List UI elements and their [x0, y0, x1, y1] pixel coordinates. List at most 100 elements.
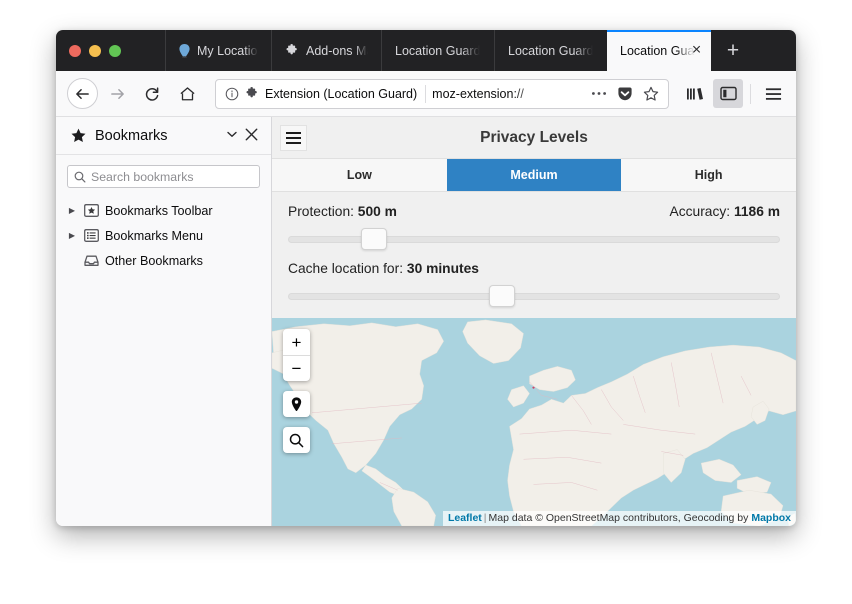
locate-control-group: [283, 391, 310, 417]
identity-label: Extension (Location Guard): [265, 87, 417, 101]
puzzle-piece-icon: [285, 44, 299, 58]
search-icon: [289, 433, 304, 448]
tab-my-location[interactable]: My Location: [165, 30, 271, 71]
mapbox-link[interactable]: Mapbox: [751, 512, 791, 524]
tab-location-guard-2[interactable]: Location Guard: [494, 30, 607, 71]
tab-strip: My Location Add-ons Manager Location Gua…: [56, 30, 796, 71]
protection-value: 500 m: [358, 204, 397, 219]
tab-location-guard-active[interactable]: Location Guard ×: [607, 30, 711, 71]
close-icon[interactable]: ×: [688, 42, 705, 59]
bookmarks-menu-row[interactable]: ▶ Bookmarks Menu: [56, 223, 271, 248]
star-icon: [70, 128, 87, 144]
bookmark-star-icon[interactable]: [641, 84, 661, 104]
level-tab-medium[interactable]: Medium: [447, 159, 622, 191]
bookmarks-toolbar-icon: [84, 204, 99, 218]
other-bookmarks-icon: [84, 254, 99, 268]
cache-label: Cache location for:: [288, 261, 403, 276]
tab-label: Location Guard: [508, 44, 593, 58]
hamburger-icon-bar: [286, 142, 301, 144]
search-bookmarks-input[interactable]: [91, 170, 253, 184]
attribution-text: Map data © OpenStreetMap contributors, G…: [489, 512, 749, 524]
protection-accuracy-row: Protection: 500 m Accuracy: 1186 m: [288, 204, 780, 228]
maximize-window-button[interactable]: [109, 45, 121, 57]
page-title: Privacy Levels: [272, 129, 796, 147]
browser-window: My Location Add-ons Manager Location Gua…: [56, 30, 796, 526]
attribution-separator: |: [484, 512, 487, 524]
panel-header: Privacy Levels: [272, 117, 796, 158]
tab-label: My Location: [197, 44, 258, 58]
library-button[interactable]: [680, 79, 710, 108]
page-actions-button[interactable]: [589, 84, 609, 104]
chevron-down-icon[interactable]: [227, 130, 237, 141]
back-button[interactable]: [67, 78, 98, 109]
search-bookmarks-wrapper: [56, 155, 271, 196]
window-controls: [56, 30, 165, 71]
cache-row: Cache location for: 30 minutes: [288, 261, 780, 285]
level-tab-low[interactable]: Low: [272, 159, 447, 191]
bookmarks-tree: ▶ Bookmarks Toolbar ▶: [56, 196, 271, 273]
search-control-group: [283, 427, 310, 453]
url-input[interactable]: moz-extension://: [432, 87, 583, 101]
close-sidebar-icon[interactable]: [245, 128, 258, 144]
location-guard-panel: Privacy Levels Low Medium High Protectio…: [272, 117, 796, 526]
bookmarks-menu-icon: [84, 229, 99, 243]
library-icon: [686, 86, 704, 102]
url-bar[interactable]: Extension (Location Guard) moz-extension…: [215, 79, 669, 109]
leaflet-link[interactable]: Leaflet: [448, 512, 482, 524]
tab-addons-manager[interactable]: Add-ons Manager: [271, 30, 381, 71]
ellipsis-icon: [591, 91, 607, 96]
world-map-graphic: [272, 318, 796, 526]
sidebar-title: Bookmarks: [95, 128, 223, 144]
tab-location-guard-1[interactable]: Location Guard: [381, 30, 494, 71]
location-map[interactable]: + −: [272, 318, 796, 526]
other-bookmarks-row[interactable]: Other Bookmarks: [56, 248, 271, 273]
new-tab-button[interactable]: +: [711, 30, 755, 71]
close-window-button[interactable]: [69, 45, 81, 57]
panel-menu-button[interactable]: [280, 125, 307, 151]
sidebar-toggle-button[interactable]: [713, 79, 743, 108]
zoom-control-group: + −: [283, 329, 310, 381]
home-button[interactable]: [171, 78, 203, 110]
search-icon: [74, 171, 86, 183]
locate-me-button[interactable]: [283, 391, 310, 417]
hamburger-icon: [765, 87, 782, 101]
tab-label: Add-ons Manager: [306, 44, 368, 58]
reload-icon: [144, 86, 160, 102]
sidebar-header: Bookmarks: [56, 117, 271, 155]
accuracy-value: 1186 m: [734, 204, 780, 219]
map-search-button[interactable]: [283, 427, 310, 453]
privacy-level-tabs: Low Medium High: [272, 158, 796, 192]
identity-box[interactable]: Extension (Location Guard): [225, 85, 426, 103]
zoom-in-button[interactable]: +: [283, 329, 310, 355]
map-controls: + −: [283, 329, 310, 453]
other-bookmarks-label: Other Bookmarks: [105, 254, 203, 268]
tab-label: Location Guard: [620, 44, 698, 58]
pocket-icon[interactable]: [615, 84, 635, 104]
cache-slider-thumb[interactable]: [489, 285, 515, 307]
protection-readout: Protection: 500 m: [288, 204, 397, 219]
zoom-out-button[interactable]: −: [283, 355, 310, 381]
protection-slider[interactable]: [288, 228, 780, 250]
accuracy-label: Accuracy:: [670, 204, 731, 219]
search-bookmarks-box[interactable]: [67, 165, 260, 188]
expand-twisty-icon[interactable]: ▶: [66, 231, 78, 240]
privacy-controls: Protection: 500 m Accuracy: 1186 m Cache…: [272, 192, 796, 318]
bookmarks-toolbar-row[interactable]: ▶ Bookmarks Toolbar: [56, 198, 271, 223]
level-tab-high[interactable]: High: [621, 159, 796, 191]
toolbar-divider: [750, 84, 751, 104]
tab-label: Location Guard: [395, 44, 480, 58]
cache-slider[interactable]: [288, 285, 780, 307]
bookmarks-sidebar: Bookmarks: [56, 117, 272, 526]
info-icon: [225, 87, 239, 101]
app-menu-button[interactable]: [758, 79, 788, 108]
expand-twisty-icon[interactable]: ▶: [66, 206, 78, 215]
navigation-toolbar: Extension (Location Guard) moz-extension…: [56, 71, 796, 117]
protection-slider-thumb[interactable]: [361, 228, 387, 250]
arrow-left-icon: [75, 87, 90, 101]
location-pin-icon: [291, 397, 302, 412]
reload-button[interactable]: [136, 78, 168, 110]
minimize-window-button[interactable]: [89, 45, 101, 57]
hamburger-icon-bar: [286, 137, 301, 139]
forward-button[interactable]: [101, 78, 133, 110]
cache-slider-track[interactable]: [288, 293, 780, 300]
